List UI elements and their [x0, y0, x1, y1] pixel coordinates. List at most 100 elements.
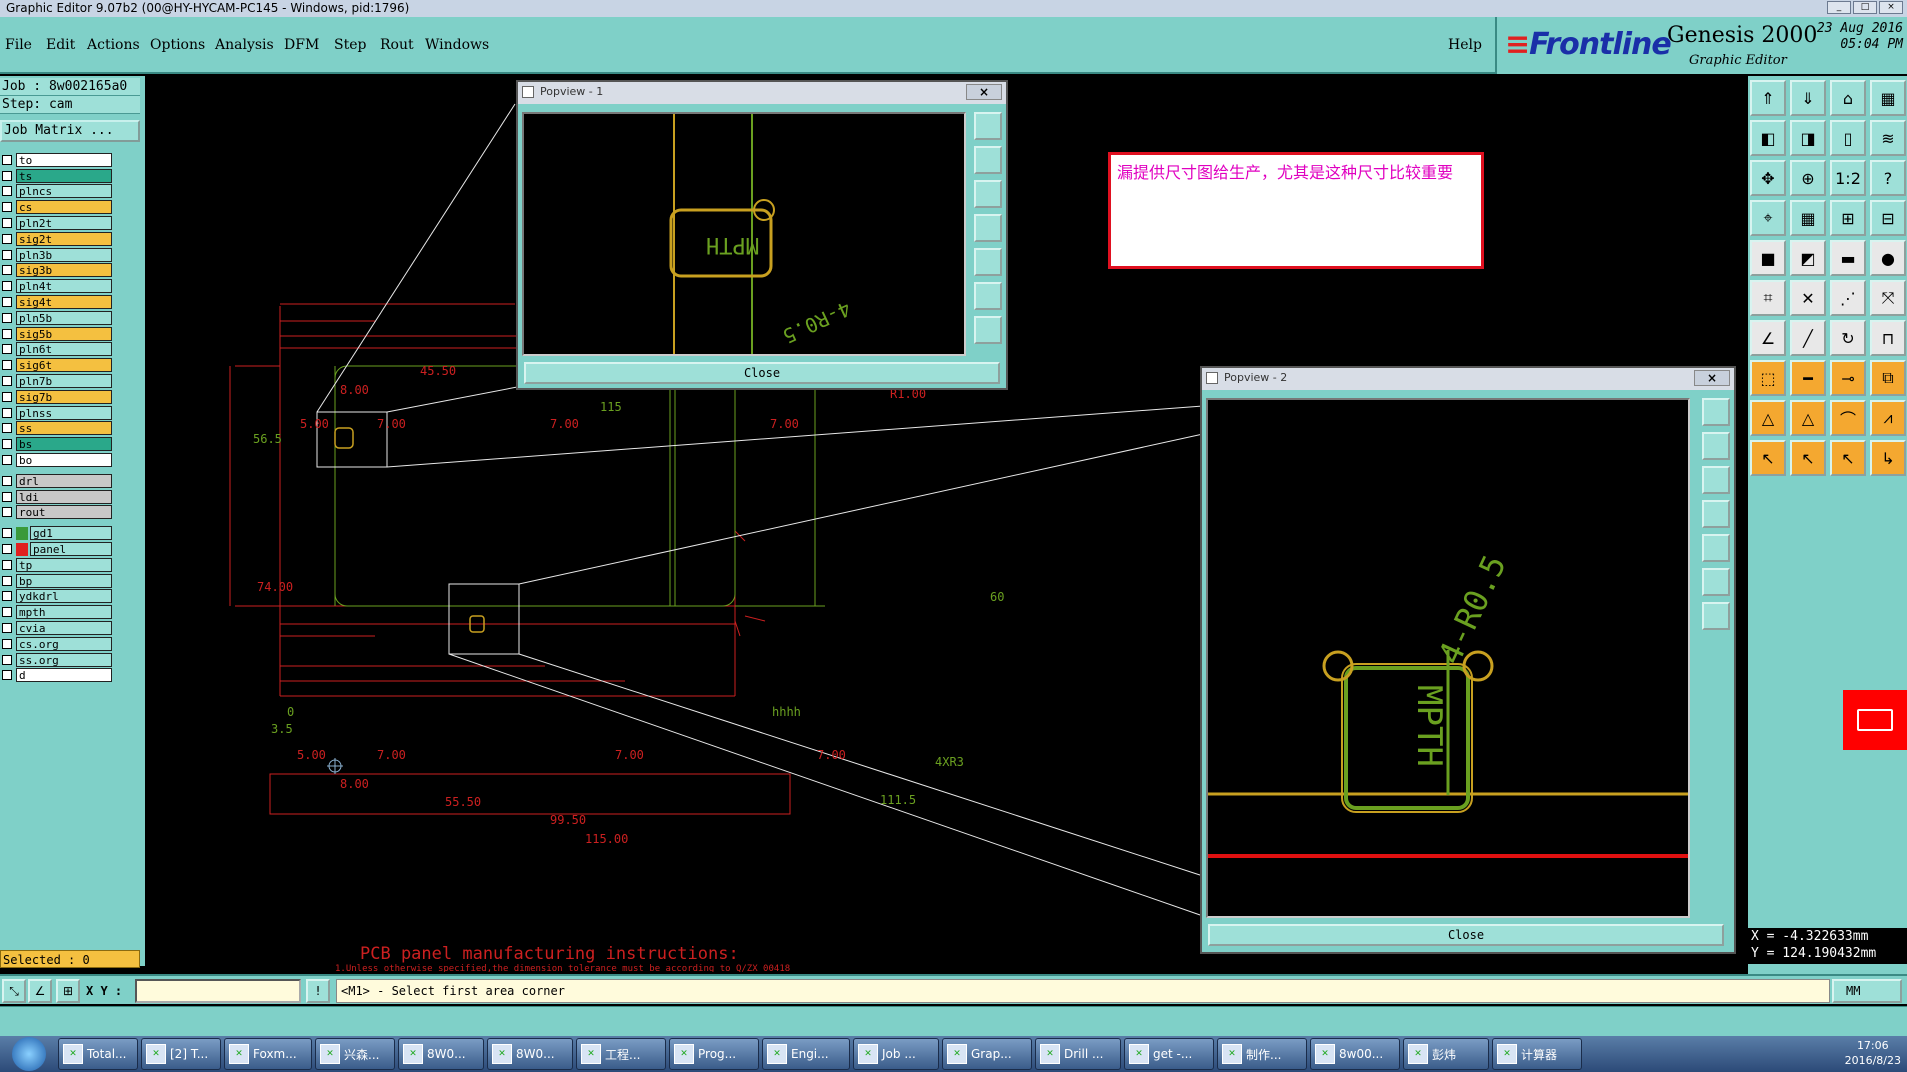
next-icon[interactable]: ◨ — [1790, 120, 1826, 156]
menu-rout[interactable]: Rout — [380, 37, 414, 53]
layer-checkbox[interactable] — [2, 654, 12, 665]
save-icon[interactable]: ⇓ — [1790, 80, 1826, 116]
taskbar-item[interactable]: ✕ 8W0... — [398, 1038, 484, 1070]
layer-row[interactable]: to — [0, 152, 112, 168]
connect-icon[interactable]: ⤧ — [1870, 280, 1906, 316]
pan-left-icon[interactable] — [1702, 500, 1730, 528]
zoom-fit-icon[interactable]: ✥ — [1750, 160, 1786, 196]
taskbar-item[interactable]: ✕ Total... — [58, 1038, 138, 1070]
taskbar-item[interactable]: ✕ Grap... — [942, 1038, 1032, 1070]
layer-row[interactable]: plncs — [0, 184, 112, 200]
filter-icon[interactable]: ≋ — [1870, 120, 1906, 156]
layer-checkbox[interactable] — [2, 528, 12, 539]
zoom-in-icon[interactable] — [974, 112, 1002, 140]
layer-row[interactable]: ss.org — [0, 652, 112, 668]
taskbar-item[interactable]: ✕ 彭炜 — [1403, 1038, 1489, 1070]
layer-row[interactable]: tp — [0, 557, 112, 573]
layer-checkbox[interactable] — [2, 312, 12, 323]
zoom-icon[interactable]: ⊕ — [1790, 160, 1826, 196]
menu-actions[interactable]: Actions — [87, 37, 140, 53]
layer-row[interactable]: mpth — [0, 604, 112, 620]
menu-options[interactable]: Options — [150, 37, 205, 53]
layer-row[interactable]: d — [0, 668, 112, 684]
taskbar-item[interactable]: ✕ 计算器 — [1492, 1038, 1582, 1070]
menu-windows[interactable]: Windows — [425, 37, 489, 53]
taskbar-item[interactable]: ✕ 8W0... — [487, 1038, 573, 1070]
layer-row[interactable]: cvia — [0, 620, 112, 636]
line-icon[interactable]: ▬ — [1830, 240, 1866, 276]
layer-checkbox[interactable] — [2, 218, 12, 229]
layer-checkbox[interactable] — [2, 281, 12, 292]
zoom-out-icon[interactable] — [974, 146, 1002, 174]
angle-icon[interactable]: ∠ — [1750, 320, 1786, 356]
taskbar-item[interactable]: ✕ get -... — [1124, 1038, 1214, 1070]
taskbar-item[interactable]: ✕ 兴森... — [315, 1038, 395, 1070]
node-icon[interactable]: ⋰ — [1830, 280, 1866, 316]
layer-row[interactable]: pln7b — [0, 373, 112, 389]
taskbar-item[interactable]: ✕ 制作... — [1217, 1038, 1307, 1070]
select-icon[interactable]: ◩ — [1790, 240, 1826, 276]
polygon-icon[interactable]: △ — [1790, 400, 1826, 436]
taskbar-item[interactable]: ✕ Foxm... — [224, 1038, 312, 1070]
layer-row[interactable]: pln2t — [0, 215, 112, 231]
menu-step[interactable]: Step — [334, 37, 366, 53]
popview-1-close-button[interactable]: Close — [524, 362, 1000, 384]
home-icon[interactable]: ⌂ — [1830, 80, 1866, 116]
fit-icon[interactable] — [974, 282, 1002, 310]
layer-checkbox[interactable] — [2, 186, 12, 197]
layer-row[interactable]: bs — [0, 436, 112, 452]
popview-2[interactable]: Popview - 2 × MPTH 4-R0.5 Close — [1200, 366, 1736, 954]
layer-checkbox[interactable] — [2, 607, 12, 618]
layer-checkbox[interactable] — [2, 638, 12, 649]
layer-row[interactable]: plnss — [0, 405, 112, 421]
layer-checkbox[interactable] — [2, 559, 12, 570]
net-icon[interactable]: ⌗ — [1750, 280, 1786, 316]
layer-checkbox[interactable] — [2, 391, 12, 402]
arch-icon[interactable]: ⌒ — [1830, 400, 1866, 436]
taskbar-item[interactable]: ✕ Job ... — [853, 1038, 939, 1070]
line-draw-icon[interactable]: ╱ — [1790, 320, 1826, 356]
units-toggle[interactable]: MM — [1832, 979, 1902, 1003]
start-button[interactable] — [0, 1036, 58, 1072]
xy-input[interactable] — [135, 979, 301, 1003]
layer-row[interactable]: sig2t — [0, 231, 112, 247]
layer-row[interactable]: cs — [0, 199, 112, 215]
layer-checkbox[interactable] — [2, 360, 12, 371]
popview-1-close-icon[interactable]: × — [966, 84, 1002, 100]
popview-1-titlebar[interactable]: Popview - 1 × — [518, 82, 1006, 104]
grid-icon[interactable]: ▦ — [1790, 200, 1826, 236]
minimize-icon[interactable]: _ — [1827, 1, 1851, 14]
pointer3-icon[interactable]: ↖ — [1830, 440, 1866, 476]
layer-checkbox[interactable] — [2, 328, 12, 339]
layer-row[interactable]: ss — [0, 421, 112, 437]
layer-checkbox[interactable] — [2, 297, 12, 308]
layer-row[interactable]: pln5b — [0, 310, 112, 326]
taskbar-item[interactable]: ✕ 工程... — [576, 1038, 666, 1070]
layer-checkbox[interactable] — [2, 154, 12, 165]
measure-icon[interactable] — [1843, 690, 1907, 750]
layer-row[interactable]: gd1 — [0, 525, 112, 541]
popview-2-close-button[interactable]: Close — [1208, 924, 1724, 946]
layer-row[interactable]: pln3b — [0, 247, 112, 263]
layer-checkbox[interactable] — [2, 344, 12, 355]
layer-row[interactable]: ts — [0, 168, 112, 184]
grid-icon[interactable]: ⊞ — [56, 979, 80, 1003]
layer-checkbox[interactable] — [2, 670, 12, 681]
layer-row[interactable]: sig5b — [0, 326, 112, 342]
pan-right-icon[interactable] — [974, 248, 1002, 276]
tri-icon[interactable]: △ — [1750, 400, 1786, 436]
center-icon[interactable] — [1702, 602, 1730, 630]
pointer2-icon[interactable]: ↖ — [1790, 440, 1826, 476]
break-icon[interactable]: ⊸ — [1830, 360, 1866, 396]
snap-icon[interactable]: ∠ — [28, 979, 52, 1003]
help-icon[interactable]: ? — [1870, 160, 1906, 196]
layer-checkbox[interactable] — [2, 376, 12, 387]
popview-1-view[interactable]: MPTH 4-R0.5 — [522, 112, 966, 356]
arc-icon[interactable]: ↻ — [1830, 320, 1866, 356]
pan-up-icon[interactable] — [1702, 466, 1730, 494]
info-icon[interactable]: ! — [306, 979, 330, 1003]
pointer-icon[interactable]: ↖ — [1750, 440, 1786, 476]
layer-row[interactable]: pln4t — [0, 278, 112, 294]
layer-row[interactable]: ldi — [0, 489, 112, 505]
taskbar-item[interactable]: ✕ 8w00... — [1310, 1038, 1400, 1070]
